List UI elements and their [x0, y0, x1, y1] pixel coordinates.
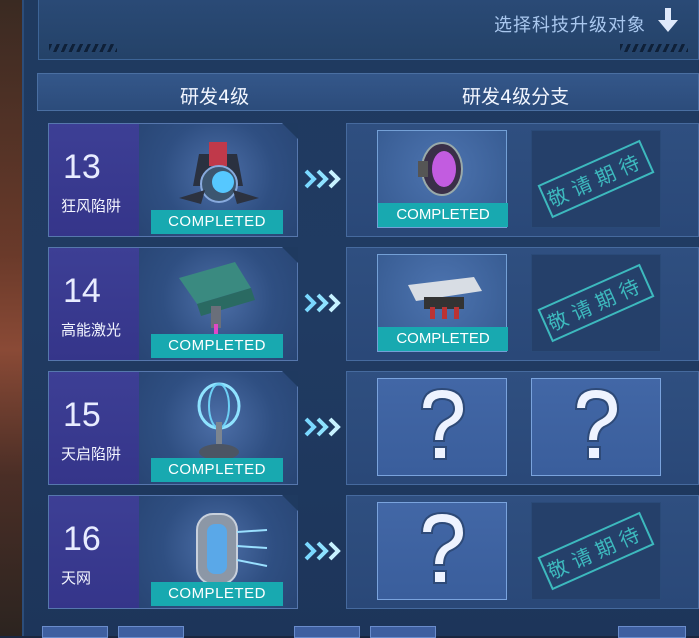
coming-soon-stamp: 敬请期待: [537, 139, 655, 219]
branch-slot[interactable]: COMPLETED: [377, 254, 508, 352]
branch-slot-locked: 敬请期待: [531, 502, 661, 600]
tech-number-block: 15 天启陷阱: [49, 372, 139, 484]
corner-decoration: [282, 247, 298, 263]
branch-slot-unknown[interactable]: [377, 378, 507, 476]
branch-slot-unknown[interactable]: [377, 502, 507, 600]
tech-number: 15: [63, 396, 101, 434]
prev-page-button[interactable]: [118, 626, 184, 638]
corner-decoration: [282, 495, 298, 511]
branch-slot[interactable]: COMPLETED: [377, 130, 508, 228]
tech-row: 15 天启陷阱 COMPLETED: [48, 371, 699, 485]
chevron-right-icon: [304, 541, 341, 561]
tech-number-block: 13 狂风陷阱: [49, 124, 139, 236]
branch-card: 敬请期待: [346, 495, 699, 609]
chevron-right-icon: [304, 417, 341, 437]
completed-badge: COMPLETED: [151, 582, 283, 606]
top-select-panel[interactable]: 选择科技升级对象: [38, 0, 699, 60]
coming-soon-stamp: 敬请期待: [537, 263, 655, 343]
tech-name: 狂风陷阱: [61, 197, 122, 215]
hatch-decoration-left: [49, 44, 117, 52]
action-button[interactable]: [618, 626, 686, 638]
column-header-left: 研发4级: [180, 86, 250, 108]
tech-name: 高能激光: [61, 321, 122, 339]
tech-card[interactable]: 16 天网 COMPLETED: [48, 495, 298, 609]
branch-slot-locked: 敬请期待: [531, 254, 661, 352]
completed-badge: COMPLETED: [151, 210, 283, 234]
tech-card[interactable]: 13 狂风陷阱 COMPLETED: [48, 123, 298, 237]
column-header-bar: 研发4级 研发4级分支: [37, 73, 699, 111]
first-page-button[interactable]: [42, 626, 108, 638]
chevron-right-icon: [304, 169, 341, 189]
down-arrow-icon: [658, 8, 678, 32]
branch-card: COMPLETED 敬请期待: [346, 247, 699, 361]
tech-row: 16 天网 COMPLETED 敬请期待: [48, 495, 699, 609]
last-page-button[interactable]: [370, 626, 436, 638]
next-page-button[interactable]: [294, 626, 360, 638]
select-target-label: 选择科技升级对象: [494, 15, 646, 36]
tech-number: 13: [63, 148, 101, 186]
completed-badge: COMPLETED: [151, 458, 283, 482]
tech-name: 天网: [61, 569, 92, 587]
pagination-bar: [42, 626, 699, 638]
tech-number-block: 16 天网: [49, 496, 139, 608]
tech-number-block: 14 高能激光: [49, 248, 139, 360]
tech-number: 16: [63, 520, 101, 558]
tech-card[interactable]: 15 天启陷阱 COMPLETED: [48, 371, 298, 485]
completed-badge: COMPLETED: [378, 327, 508, 351]
chevron-right-icon: [304, 293, 341, 313]
corner-decoration: [282, 371, 298, 387]
question-mark-icon: [420, 387, 466, 460]
column-header-right: 研发4级分支: [462, 86, 570, 108]
tech-name: 天启陷阱: [61, 445, 122, 463]
branch-card: COMPLETED 敬请期待: [346, 123, 699, 237]
question-mark-icon: [574, 387, 620, 460]
game-background-strip: [0, 0, 22, 636]
tech-row: 13 狂风陷阱 COMPLETED COMPLETED 敬请期待: [48, 123, 699, 237]
branch-card: [346, 371, 699, 485]
tech-card[interactable]: 14 高能激光 COMPLETED: [48, 247, 298, 361]
question-mark-icon: [420, 511, 466, 584]
tech-row: 14 高能激光 COMPLETED COMPLETED 敬请期待: [48, 247, 699, 361]
branch-slot-unknown[interactable]: [531, 378, 661, 476]
branch-item-icon: [408, 277, 482, 319]
coming-soon-stamp: 敬请期待: [537, 511, 655, 591]
completed-badge: COMPLETED: [378, 203, 508, 227]
hatch-decoration-right: [620, 44, 688, 52]
corner-decoration: [282, 123, 298, 139]
tech-number: 14: [63, 272, 101, 310]
branch-item-icon: [418, 142, 463, 196]
branch-slot-locked: 敬请期待: [531, 130, 661, 228]
completed-badge: COMPLETED: [151, 334, 283, 358]
